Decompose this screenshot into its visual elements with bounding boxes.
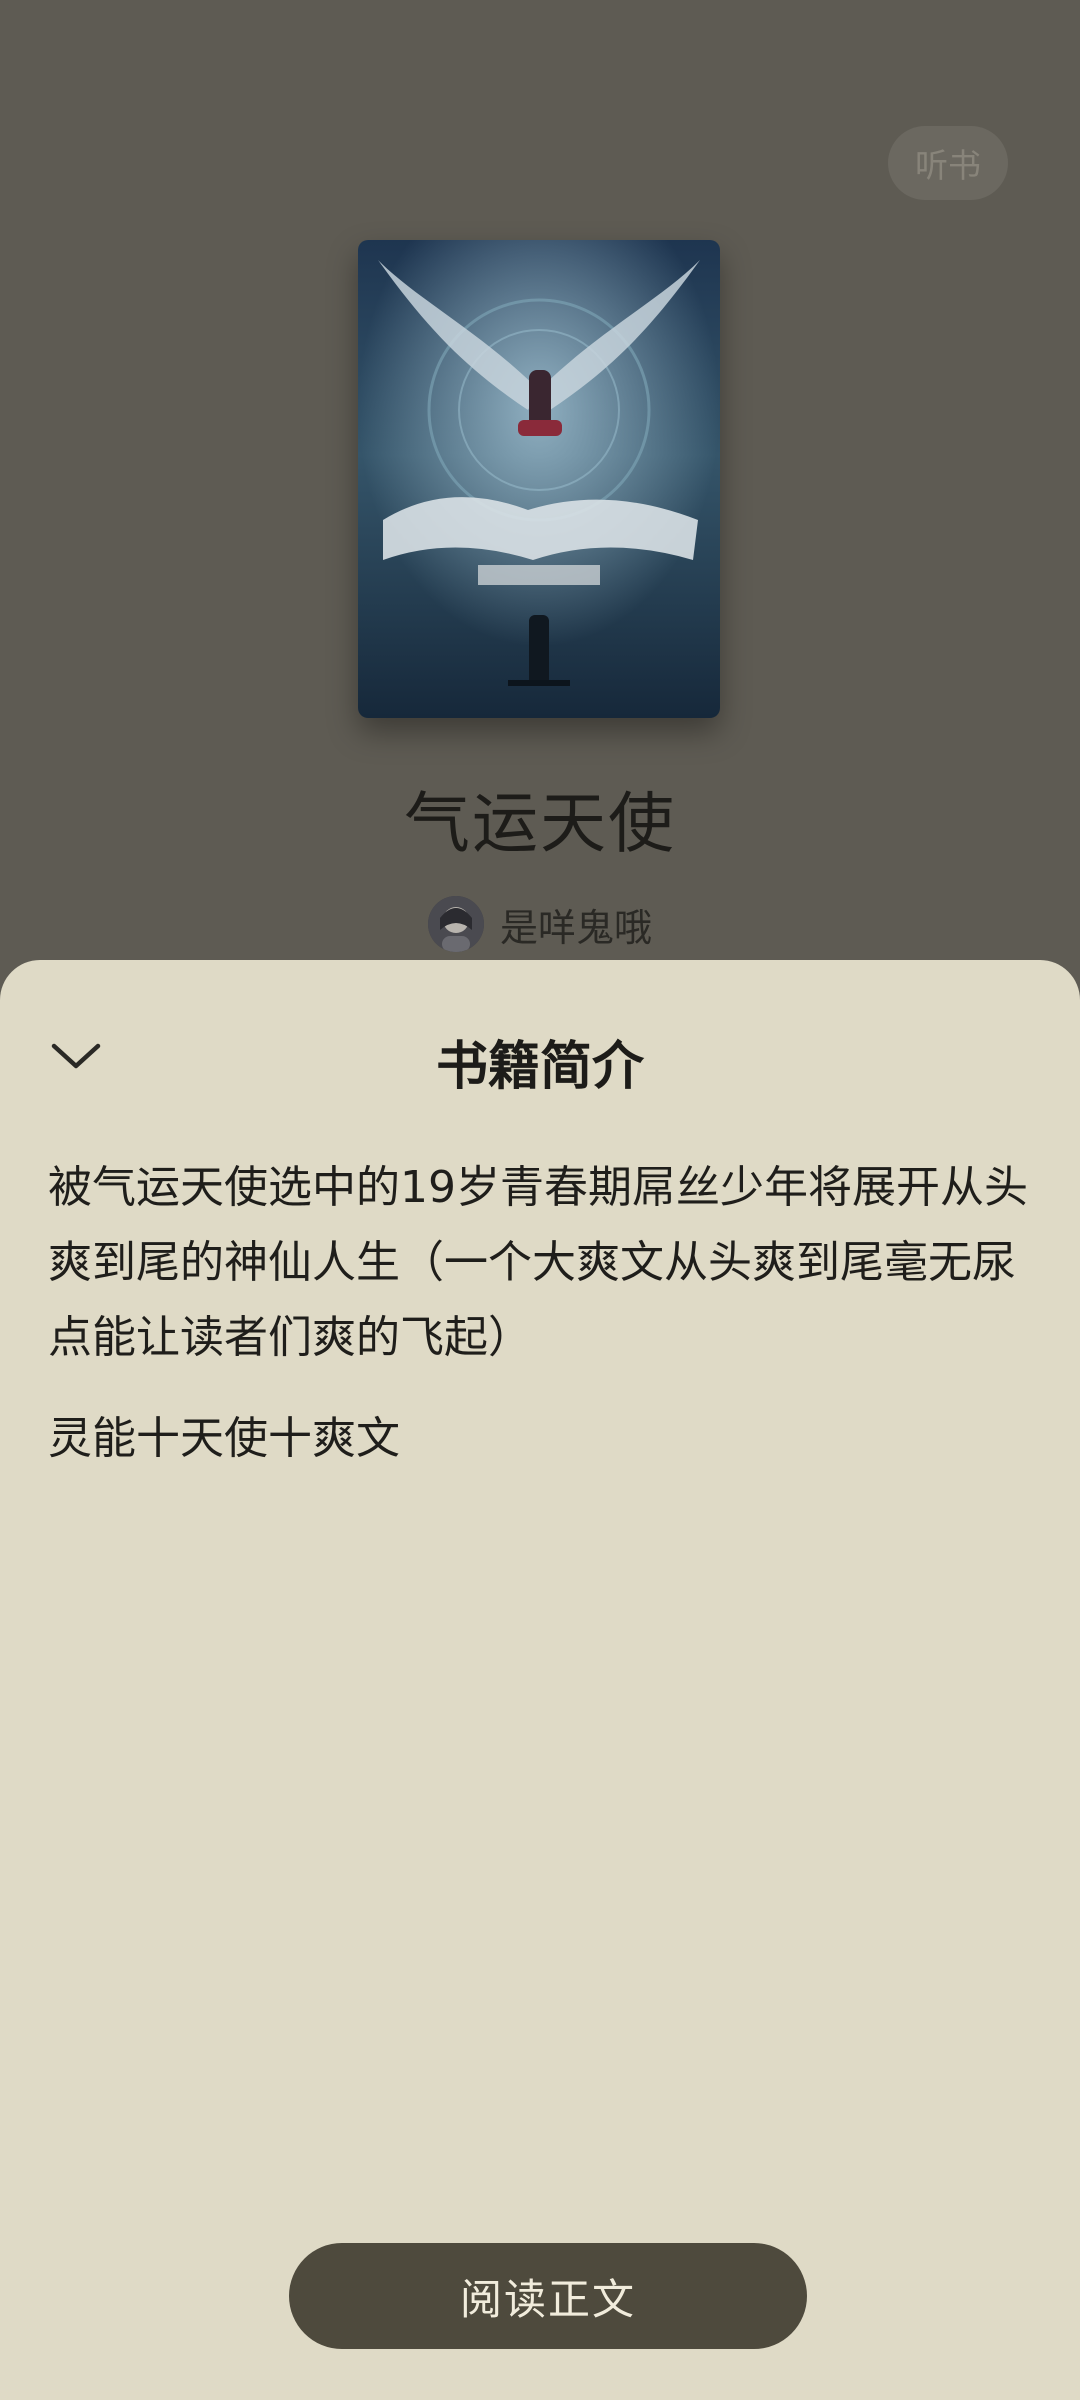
book-title: 气运天使 — [404, 785, 676, 862]
author-name: 是咩鬼哦 — [499, 905, 652, 950]
description-paragraph: 灵能十天使十爽文 — [48, 1413, 400, 1464]
read-content-button[interactable]: 阅读正文 — [289, 2243, 807, 2349]
description-paragraph: 被气运天使选中的19岁青春期屌丝少年将展开从头爽到尾的神仙人生（一个大爽文从头爽… — [48, 1162, 1028, 1363]
sheet-title: 书籍简介 — [435, 1037, 644, 1097]
author-avatar — [427, 896, 484, 952]
book-description: 被气运天使选中的19岁青春期屌丝少年将展开从头爽到尾的神仙人生（一个大爽文从头爽… — [48, 1150, 1032, 1502]
author-row[interactable]: 是咩鬼哦 — [0, 894, 1080, 954]
cover-art — [358, 240, 720, 718]
listen-button[interactable]: 听书 — [888, 126, 1008, 200]
book-cover[interactable] — [358, 240, 720, 718]
